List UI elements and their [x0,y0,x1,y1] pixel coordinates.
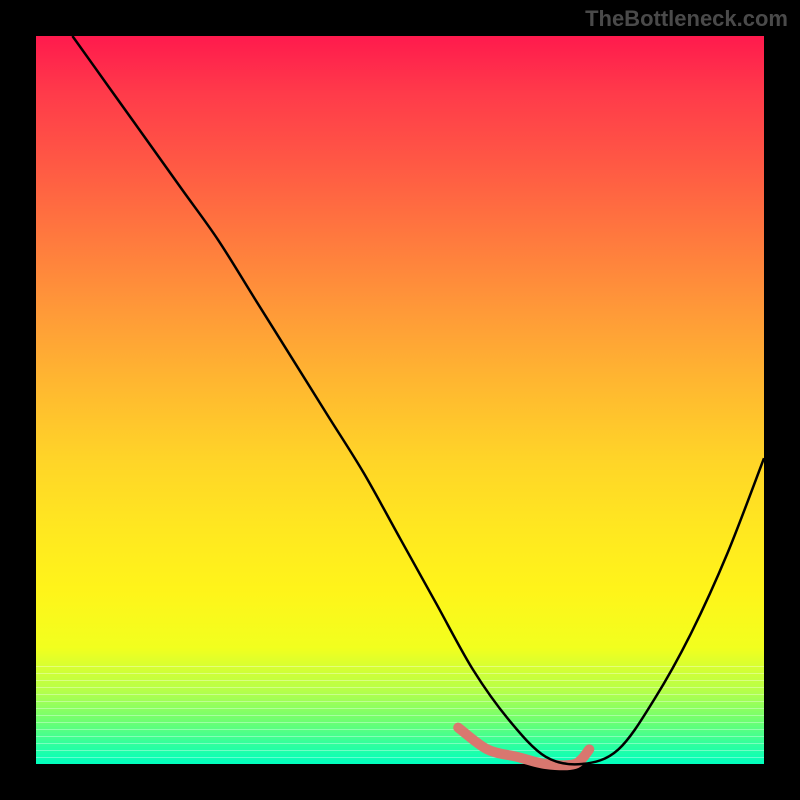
valley-highlight-path [458,728,589,766]
chart-plot-area [36,36,764,764]
chart-svg [36,36,764,764]
watermark-text: TheBottleneck.com [585,6,788,32]
main-curve-path [72,36,764,764]
